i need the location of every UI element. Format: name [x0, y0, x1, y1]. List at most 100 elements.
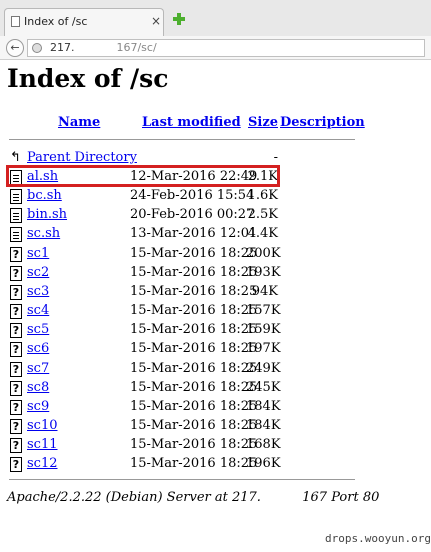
file-size: 157K	[246, 303, 281, 319]
table-row: ? sc12 15-Mar-2016 18:25 196K	[0, 456, 431, 475]
file-link[interactable]: bin.sh	[27, 207, 67, 222]
unknown-file-icon: ?	[10, 438, 22, 454]
url-text[interactable]: 217. 167/sc/	[50, 41, 157, 54]
unknown-file-icon: ?	[10, 457, 22, 473]
table-row: bin.sh 20-Feb-2016 00:27 2.5K	[0, 207, 431, 226]
file-modified: 15-Mar-2016 18:25	[130, 283, 258, 299]
file-modified: 15-Mar-2016 18:25	[130, 437, 258, 453]
unknown-file-icon: ?	[10, 361, 22, 377]
file-link[interactable]: sc1	[27, 246, 49, 261]
file-link[interactable]: sc7	[27, 361, 49, 376]
file-modified: 15-Mar-2016 18:25	[130, 360, 258, 376]
file-modified: 15-Mar-2016 18:25	[130, 379, 258, 395]
unknown-file-icon: ?	[10, 323, 22, 339]
server-signature: Apache/2.2.22 (Debian) Server at 217. 16…	[7, 490, 379, 505]
table-row: ? sc5 15-Mar-2016 18:25 159K	[0, 322, 431, 341]
tab-title: Index of /sc	[24, 15, 88, 28]
server-signature-prefix: Apache/2.2.22 (Debian) Server at 217.	[7, 490, 261, 505]
file-modified: 15-Mar-2016 18:25	[130, 245, 258, 261]
file-link[interactable]: sc8	[27, 380, 49, 395]
unknown-file-icon: ?	[10, 399, 22, 415]
file-modified: 24-Feb-2016 15:54	[130, 188, 255, 204]
file-modified: 15-Mar-2016 18:25	[130, 417, 258, 433]
file-size: 4.4K	[247, 226, 278, 242]
file-link[interactable]: sc4	[27, 303, 49, 318]
url-path: 167/sc/	[116, 41, 157, 54]
column-header-description[interactable]: Description	[280, 115, 365, 130]
table-row: ? sc8 15-Mar-2016 18:25 245K	[0, 380, 431, 399]
file-link[interactable]: sc9	[27, 399, 49, 414]
file-size: 94K	[251, 283, 278, 299]
file-modified: 15-Mar-2016 18:25	[130, 341, 258, 357]
header-divider	[9, 139, 355, 140]
file-link[interactable]: sc.sh	[27, 226, 60, 241]
file-link[interactable]: sc6	[27, 341, 49, 356]
file-modified: 15-Mar-2016 18:25	[130, 303, 258, 319]
file-modified: 15-Mar-2016 18:25	[130, 456, 258, 472]
navigation-bar: ← 217. 167/sc/	[0, 36, 431, 60]
file-size: 197K	[246, 341, 281, 357]
file-link[interactable]: sc12	[27, 456, 58, 471]
server-signature-suffix: 167 Port 80	[302, 490, 380, 505]
file-link[interactable]: sc2	[27, 265, 49, 280]
table-row: ? sc4 15-Mar-2016 18:25 157K	[0, 303, 431, 322]
file-modified: 15-Mar-2016 18:25	[130, 264, 258, 280]
file-modified: 15-Mar-2016 18:25	[130, 322, 258, 338]
text-file-icon	[10, 208, 22, 224]
file-size: 168K	[246, 437, 281, 453]
file-link[interactable]: sc3	[27, 284, 49, 299]
file-size: 193K	[246, 264, 281, 280]
watermark: drops.wooyun.org	[325, 532, 431, 545]
file-modified: 15-Mar-2016 18:25	[130, 398, 258, 414]
table-row: ? sc7 15-Mar-2016 18:25 249K	[0, 361, 431, 380]
table-row: ? sc1 15-Mar-2016 18:25 200K	[0, 246, 431, 265]
table-row: bc.sh 24-Feb-2016 15:54 1.6K	[0, 188, 431, 207]
parent-directory-size: -	[273, 150, 278, 165]
file-link[interactable]: sc11	[27, 437, 58, 452]
table-row: ? sc2 15-Mar-2016 18:25 193K	[0, 265, 431, 284]
file-modified: 13-Mar-2016 12:01	[130, 226, 258, 242]
column-header-name[interactable]: Name	[58, 115, 100, 130]
unknown-file-icon: ?	[10, 265, 22, 281]
file-size: 159K	[246, 322, 281, 338]
text-file-icon	[10, 227, 22, 243]
page-favicon-icon	[11, 16, 20, 27]
close-tab-icon[interactable]: ×	[151, 14, 161, 28]
unknown-file-icon: ?	[10, 246, 22, 262]
globe-icon	[32, 43, 42, 53]
url-host: 217.	[50, 41, 75, 54]
file-size: 184K	[246, 417, 281, 433]
table-row: ? sc11 15-Mar-2016 18:25 168K	[0, 437, 431, 456]
column-header-size[interactable]: Size	[248, 115, 278, 130]
address-bar[interactable]: 217. 167/sc/	[27, 39, 425, 57]
text-file-icon	[10, 189, 22, 205]
file-size: 200K	[246, 245, 281, 261]
page-title: Index of /sc	[7, 64, 169, 93]
back-arrow-icon: ↰	[10, 150, 21, 165]
file-size: 184K	[246, 398, 281, 414]
table-row: ? sc3 15-Mar-2016 18:25 94K	[0, 284, 431, 303]
file-link[interactable]: sc5	[27, 322, 49, 337]
tab-strip: Index of /sc ×	[0, 0, 431, 36]
new-tab-plus-icon[interactable]	[172, 12, 186, 26]
file-link[interactable]: bc.sh	[27, 188, 62, 203]
unknown-file-icon: ?	[10, 418, 22, 434]
table-row: sc.sh 13-Mar-2016 12:01 4.4K	[0, 226, 431, 245]
file-size: 1.6K	[247, 188, 278, 204]
file-size: 245K	[246, 379, 281, 395]
footer-divider	[9, 479, 355, 480]
unknown-file-icon: ?	[10, 380, 22, 396]
browser-tab[interactable]: Index of /sc ×	[4, 8, 164, 36]
table-row: ? sc9 15-Mar-2016 18:25 184K	[0, 399, 431, 418]
column-header-last-modified[interactable]: Last modified	[142, 115, 241, 130]
file-link[interactable]: sc10	[27, 418, 58, 433]
parent-directory-link[interactable]: Parent Directory	[27, 150, 137, 165]
highlight-box	[6, 165, 280, 187]
back-arrow-icon[interactable]: ←	[6, 39, 24, 57]
file-size: 2.5K	[247, 207, 278, 223]
table-row: ? sc10 15-Mar-2016 18:25 184K	[0, 418, 431, 437]
file-modified: 20-Feb-2016 00:27	[130, 207, 255, 223]
unknown-file-icon: ?	[10, 284, 22, 300]
file-size: 196K	[246, 456, 281, 472]
unknown-file-icon: ?	[10, 304, 22, 320]
